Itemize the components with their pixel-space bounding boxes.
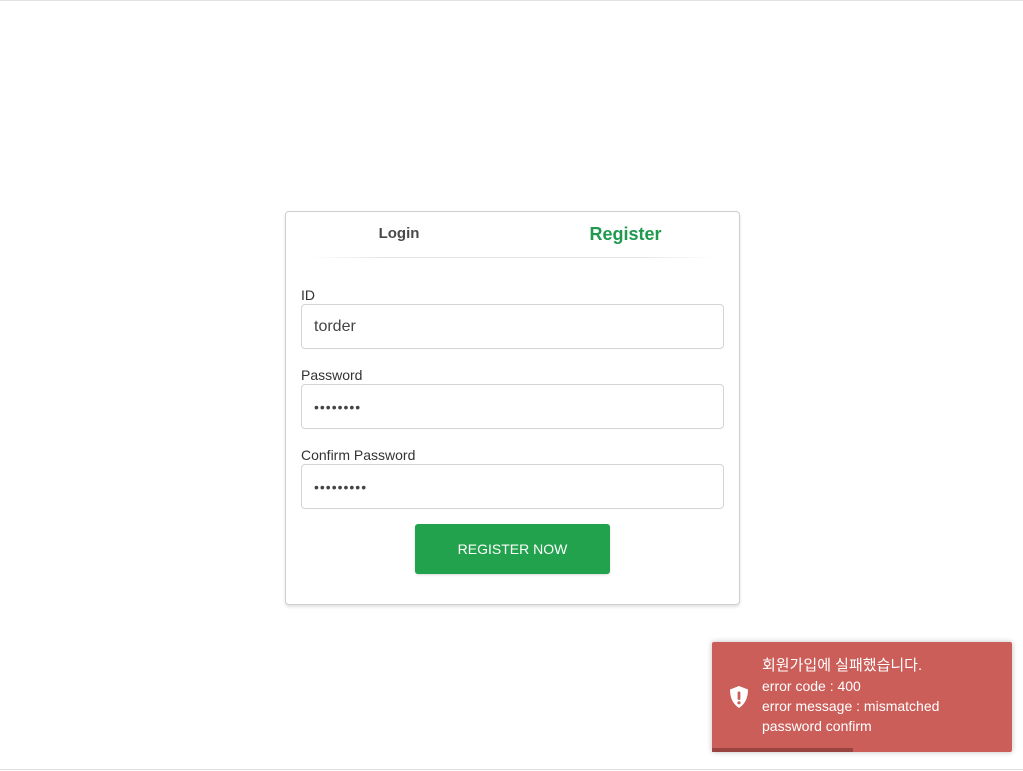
password-label: Password <box>301 367 363 383</box>
tab-register[interactable]: Register <box>512 212 739 258</box>
id-field[interactable] <box>301 304 724 349</box>
register-now-button[interactable]: REGISTER NOW <box>415 524 610 574</box>
confirm-password-field[interactable] <box>301 464 724 509</box>
tab-login[interactable]: Login <box>286 212 512 258</box>
toast-title: 회원가입에 실패했습니다. <box>762 657 923 674</box>
auth-card: Login Register ID Password Confirm Passw… <box>285 211 740 605</box>
auth-tabs: Login Register <box>286 212 739 258</box>
error-toast[interactable]: 회원가입에 실패했습니다. error code : 400 error mes… <box>712 642 1012 752</box>
shield-exclamation-icon <box>728 685 750 709</box>
page: Login Register ID Password Confirm Passw… <box>0 0 1023 771</box>
toast-error-message: error message : mismatched password conf… <box>762 698 940 734</box>
toast-progress-bar <box>712 748 853 752</box>
toast-message: 회원가입에 실패했습니다. error code : 400 error mes… <box>762 656 1000 736</box>
id-label: ID <box>301 287 315 303</box>
password-field[interactable] <box>301 384 724 429</box>
bottom-divider <box>0 769 1023 770</box>
confirm-password-label: Confirm Password <box>301 447 416 463</box>
tab-divider <box>308 257 717 258</box>
toast-error-code: error code : 400 <box>762 678 861 694</box>
